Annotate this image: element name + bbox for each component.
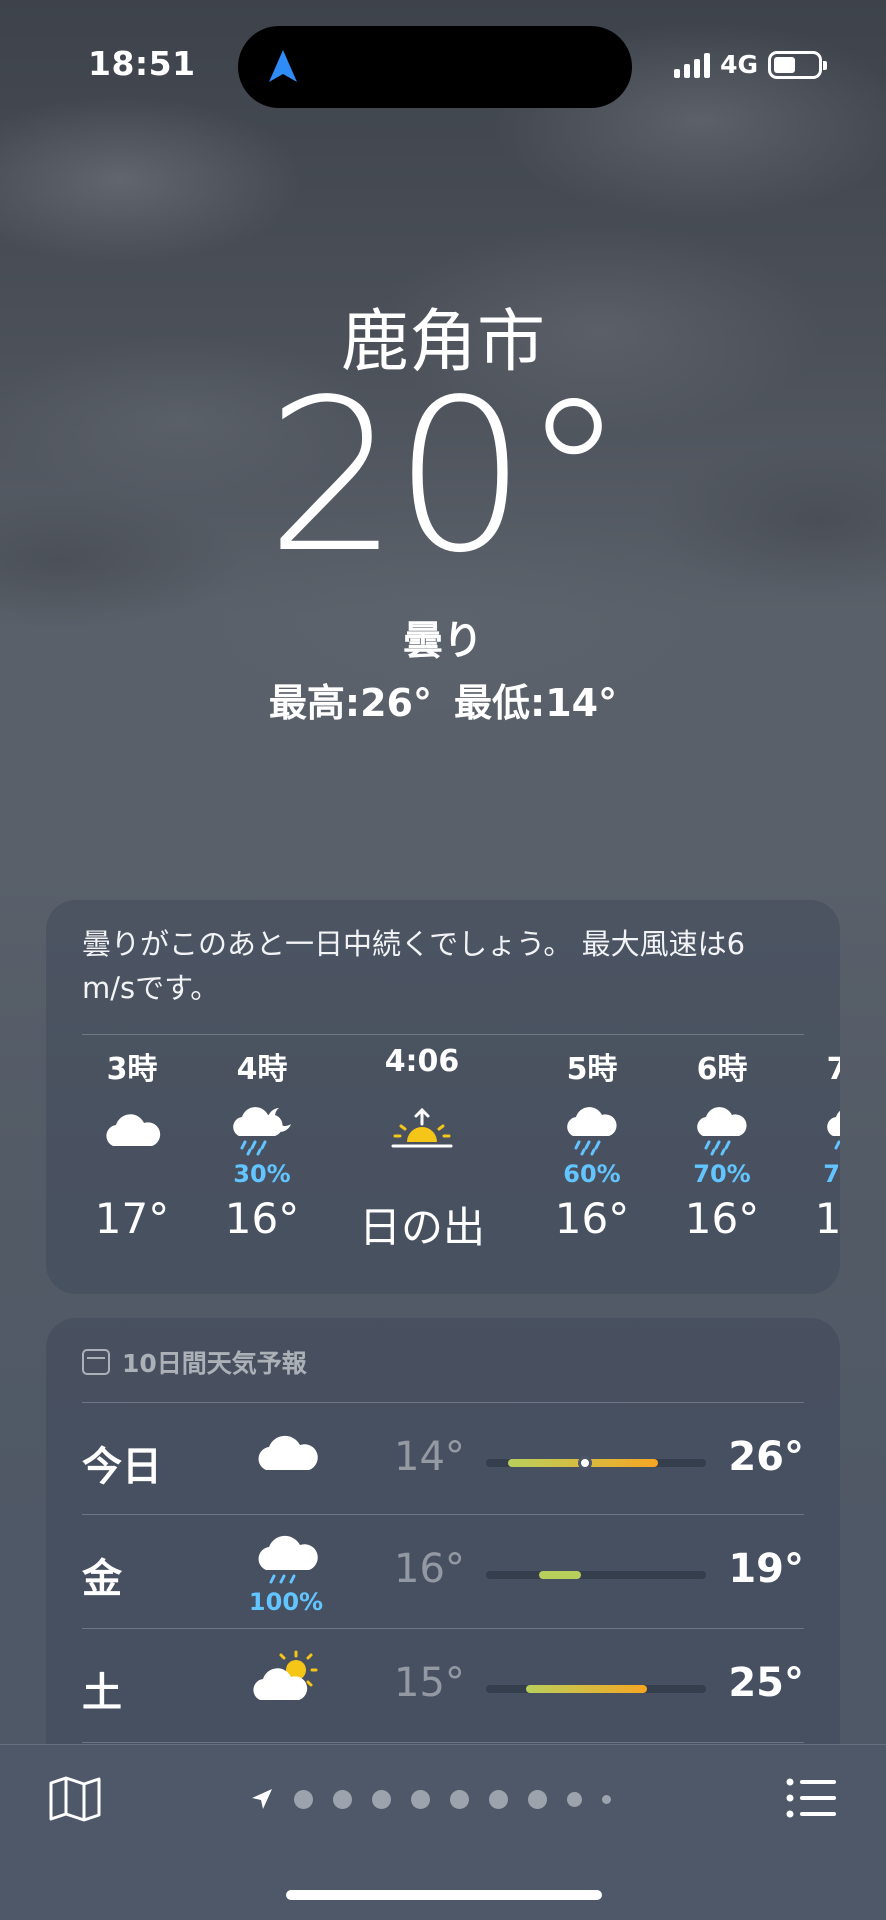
status-bar: 18:51 4G [0, 0, 886, 120]
hour-temperature: 17° [94, 1194, 170, 1243]
temperature-range-bar [486, 1571, 706, 1579]
hour-temperature: 16° [684, 1194, 760, 1243]
cellular-signal-icon [674, 52, 711, 78]
day-name: 今日 [82, 1444, 162, 1490]
hour-temperature: 16° [224, 1194, 300, 1243]
hour-item[interactable]: 5時 60% 16° [522, 1032, 662, 1262]
temperature-range-fill [538, 1571, 581, 1579]
high-temperature: 最高:26° [268, 681, 432, 725]
day-high: 19° [728, 1546, 804, 1592]
page-dot [411, 1789, 430, 1809]
page-dot [528, 1789, 547, 1809]
hour-label: 4時 [236, 1052, 288, 1087]
page-dot [602, 1794, 611, 1804]
page-dot [372, 1789, 391, 1809]
current-temperature: 20° [265, 354, 626, 599]
divider [82, 1742, 804, 1743]
ten-day-header: 10日間天気予報 [82, 1344, 307, 1380]
day-low: 16° [394, 1546, 465, 1592]
rain-cloud-icon [258, 1535, 318, 1584]
hour-label: 3時 [106, 1052, 158, 1087]
current-condition: 曇り [403, 618, 483, 664]
map-icon[interactable] [48, 1775, 102, 1823]
ten-day-forecast-card[interactable]: 10日間天気予報 今日 14° 26° 金 100% 16° 19° 土 15°… [46, 1318, 840, 1748]
rain-cloud-icon [827, 1110, 840, 1150]
day-row-friday[interactable]: 金 100% 16° 19° [46, 1516, 840, 1628]
page-dot [489, 1789, 508, 1809]
page-dot [333, 1789, 352, 1809]
dynamic-island [238, 26, 632, 108]
hour-item[interactable]: 4時 30% 16° [192, 1032, 332, 1262]
night-rain-cloud-icon [233, 1107, 291, 1156]
temperature-range-fill [525, 1685, 647, 1693]
calendar-icon [82, 1349, 110, 1375]
precip-chance: 100% [248, 1588, 324, 1616]
hour-label: 6時 [696, 1052, 748, 1087]
forecast-summary: 曇りがこのあと一日中続くでしょう。 最大風速は6 m/sです。 [82, 927, 746, 1005]
precip-chance: 70% [823, 1160, 840, 1188]
sunrise-icon [391, 1107, 453, 1148]
hour-label: 7時 [826, 1052, 840, 1087]
page-dot [450, 1789, 469, 1809]
hour-temperature: 16° [814, 1194, 840, 1243]
hourly-scroll-list[interactable]: 3時 17° 4時 30% 16° 4:06 日の出 5時 60% 16° 6時… [46, 1032, 840, 1272]
page-indicator[interactable] [250, 1787, 640, 1811]
precip-chance: 60% [563, 1160, 621, 1188]
divider [82, 1628, 804, 1629]
sunrise-label: 日の出 [358, 1203, 485, 1252]
day-high: 25° [728, 1660, 804, 1706]
partly-sunny-icon [253, 1650, 318, 1700]
hour-item[interactable]: 6時 70% 16° [652, 1032, 792, 1262]
hour-temperature: 16° [554, 1194, 630, 1243]
list-icon[interactable] [786, 1777, 838, 1819]
rain-cloud-icon [567, 1107, 617, 1156]
high-low-temperature: 最高:26° 最低:14° [0, 672, 886, 727]
status-time: 18:51 [88, 44, 196, 83]
home-indicator [286, 1890, 602, 1900]
cloud-icon [106, 1114, 161, 1146]
ten-day-title: 10日間天気予報 [122, 1349, 307, 1378]
day-row-today[interactable]: 今日 14° 26° [46, 1404, 840, 1516]
day-name: 土 [82, 1670, 122, 1716]
day-name: 金 [82, 1556, 122, 1602]
hour-label: 4:06 [384, 1044, 460, 1079]
low-temperature: 最低:14° [454, 681, 618, 725]
page-dot [294, 1789, 313, 1809]
page-dot [567, 1791, 582, 1807]
cloud-icon [258, 1435, 318, 1470]
day-high: 26° [728, 1434, 804, 1480]
temperature-range-bar [486, 1685, 706, 1693]
current-location-page-icon [252, 1789, 272, 1809]
hourly-forecast-card[interactable]: 曇りがこのあと一日中続くでしょう。 最大風速は6 m/sです。 3時 17° 4… [46, 900, 840, 1294]
hour-item-sunrise[interactable]: 4:06 日の出 [332, 1032, 512, 1262]
day-row-saturday[interactable]: 土 15° 25° [46, 1630, 840, 1742]
hour-item[interactable]: 3時 17° [62, 1032, 202, 1262]
temperature-range-bar [486, 1456, 706, 1470]
day-low: 14° [394, 1434, 465, 1480]
battery-icon [768, 50, 827, 79]
rain-cloud-icon [697, 1107, 747, 1156]
network-type: 4G [720, 50, 758, 79]
hour-item[interactable]: 7時 70% 16° [782, 1032, 840, 1262]
divider [82, 1402, 804, 1403]
precip-chance: 30% [233, 1160, 291, 1188]
day-low: 15° [394, 1660, 465, 1706]
precip-chance: 70% [693, 1160, 751, 1188]
hour-label: 5時 [566, 1052, 618, 1087]
status-indicators: 4G [674, 50, 827, 79]
location-arrow-icon [269, 50, 297, 82]
current-temperature-dot [578, 1456, 592, 1470]
bottom-toolbar [0, 1744, 886, 1920]
divider [82, 1514, 804, 1515]
